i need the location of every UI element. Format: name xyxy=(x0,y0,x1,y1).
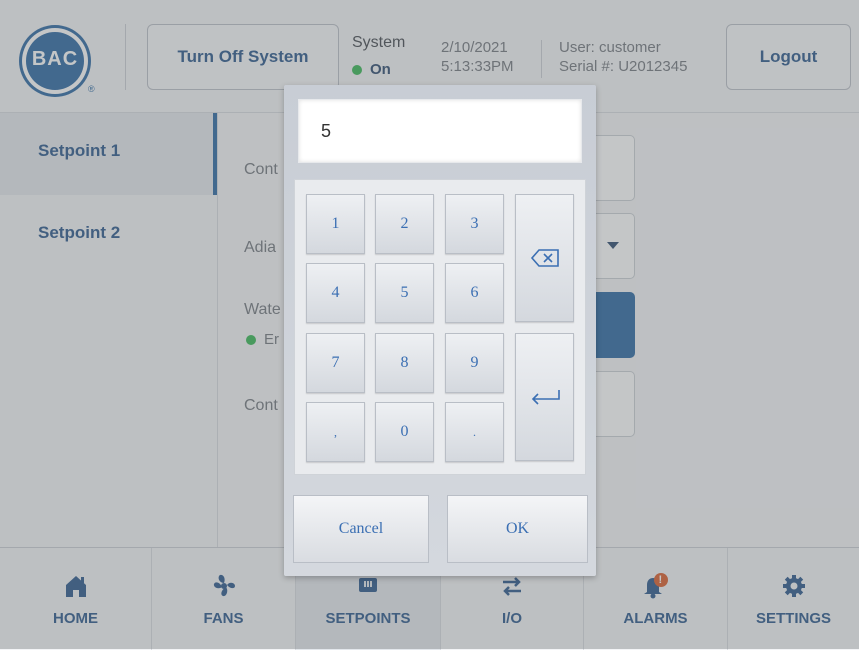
key-decimal[interactable]: . xyxy=(445,402,504,462)
cancel-button[interactable]: Cancel xyxy=(293,495,429,563)
key-1[interactable]: 1 xyxy=(306,194,365,254)
keypad-display-input[interactable]: 5 xyxy=(298,99,582,163)
numeric-keypad-dialog: 5 1 2 3 4 5 6 7 8 9 , 0 . Cancel OK xyxy=(284,85,596,576)
key-comma[interactable]: , xyxy=(306,402,365,462)
key-5[interactable]: 5 xyxy=(375,263,434,323)
backspace-key[interactable] xyxy=(515,194,574,322)
key-7[interactable]: 7 xyxy=(306,333,365,393)
key-0[interactable]: 0 xyxy=(375,402,434,462)
key-3[interactable]: 3 xyxy=(445,194,504,254)
key-8[interactable]: 8 xyxy=(375,333,434,393)
enter-icon xyxy=(531,390,560,405)
keypad-keys-panel: 1 2 3 4 5 6 7 8 9 , 0 . xyxy=(294,179,586,475)
key-9[interactable]: 9 xyxy=(445,333,504,393)
enter-key[interactable] xyxy=(515,333,574,461)
app-window: BAC ® Turn Off System System On 2/10/202… xyxy=(0,0,859,650)
key-2[interactable]: 2 xyxy=(375,194,434,254)
key-4[interactable]: 4 xyxy=(306,263,365,323)
backspace-icon xyxy=(530,249,559,267)
ok-button[interactable]: OK xyxy=(447,495,588,563)
key-6[interactable]: 6 xyxy=(445,263,504,323)
